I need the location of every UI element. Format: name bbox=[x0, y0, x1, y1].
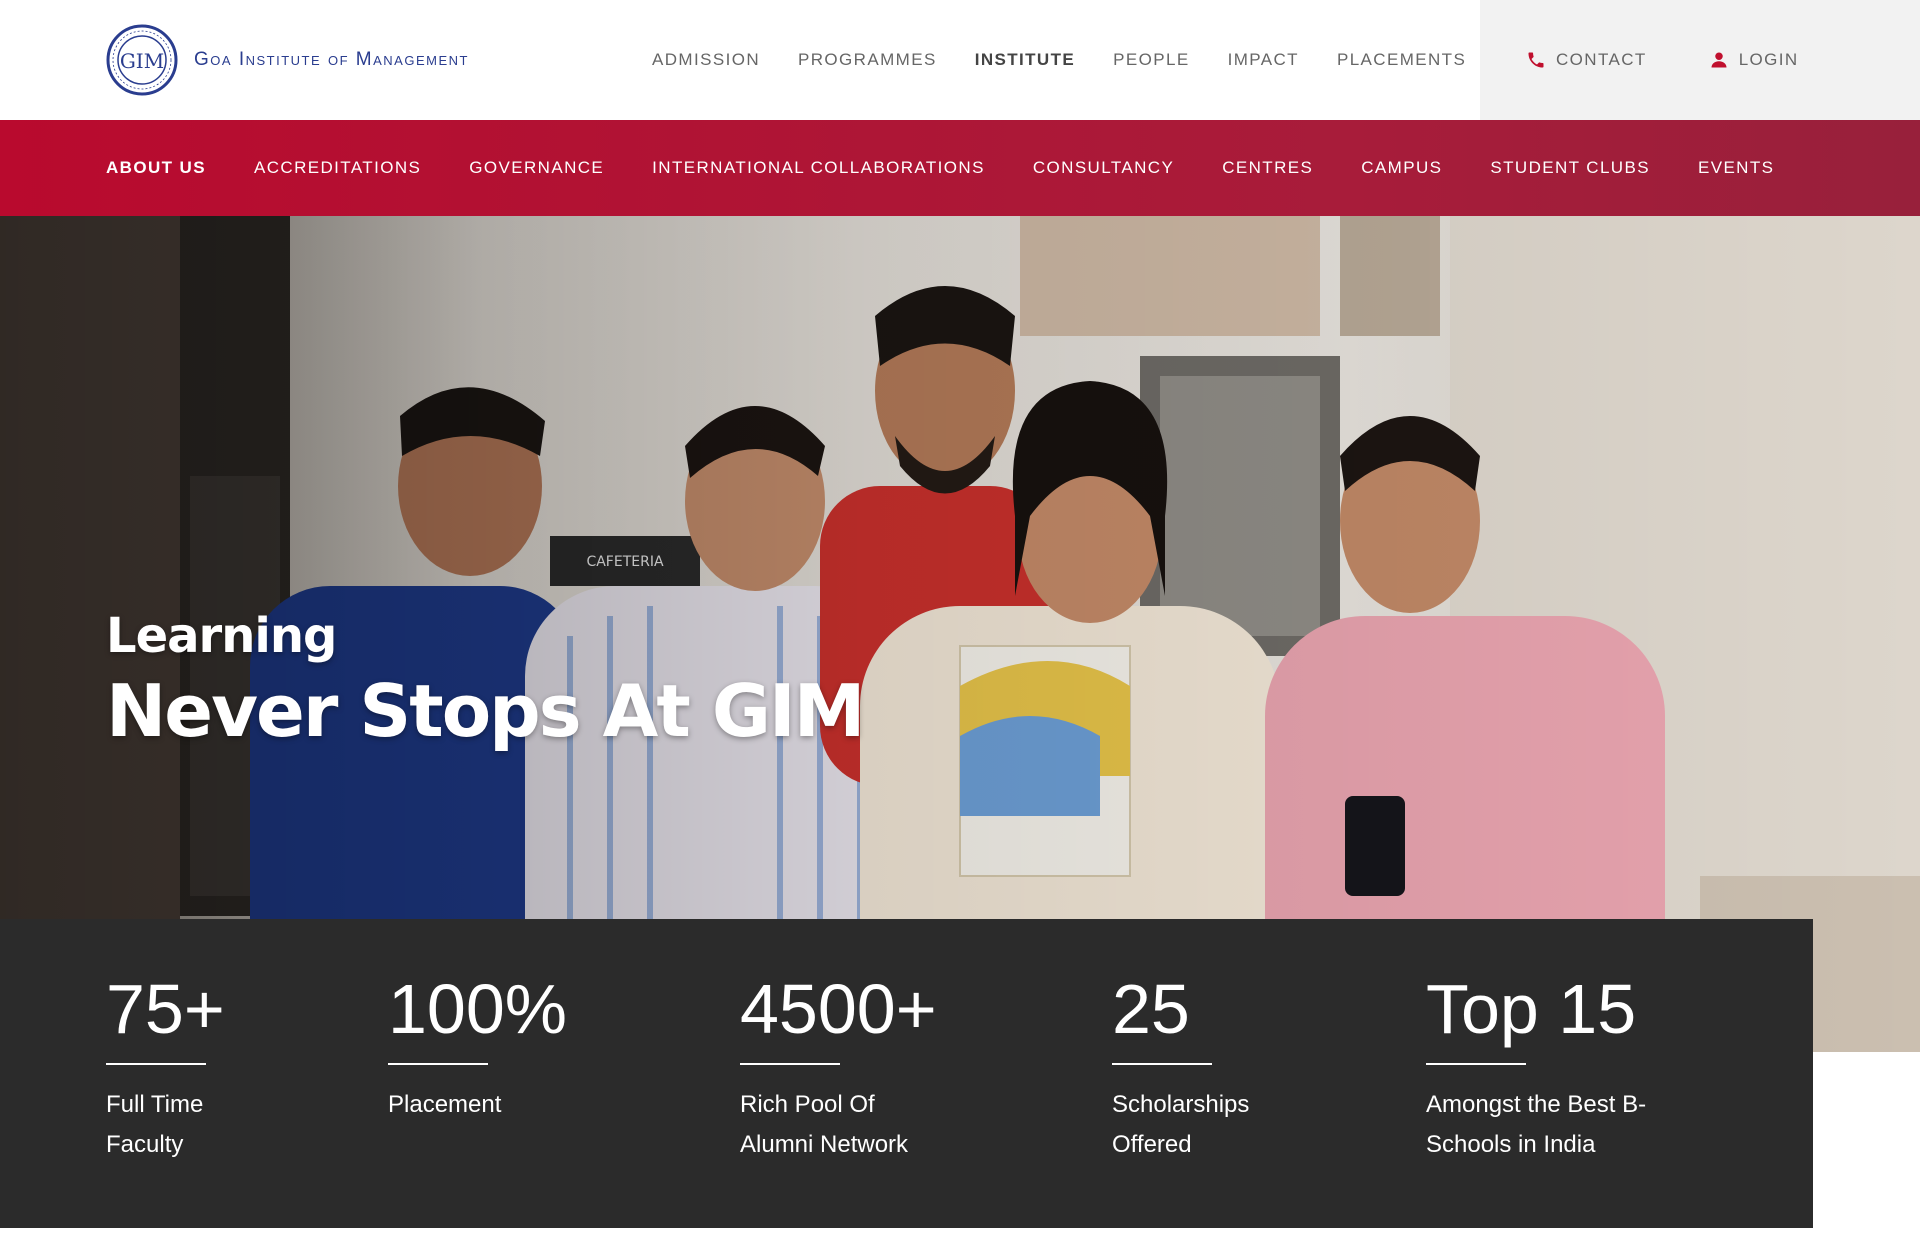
subnav-events[interactable]: EVENTS bbox=[1698, 158, 1774, 178]
subnav-consultancy[interactable]: CONSULTANCY bbox=[1033, 158, 1174, 178]
login-label: LOGIN bbox=[1738, 50, 1799, 69]
stat-value: 100% bbox=[388, 970, 568, 1048]
stat-scholarships: 25 Scholarships Offered bbox=[1112, 967, 1272, 1165]
stat-divider bbox=[740, 1063, 840, 1065]
stat-label: Full Time Faculty bbox=[106, 1091, 204, 1158]
stats-band: 75+ Full Time Faculty 100% Placement 450… bbox=[0, 919, 1813, 1228]
stat-value: 4500+ bbox=[740, 970, 937, 1048]
stat-divider bbox=[1426, 1063, 1526, 1065]
subnav-centres[interactable]: CENTRES bbox=[1222, 158, 1313, 178]
stat-value: 25 bbox=[1112, 970, 1190, 1048]
nav-admission[interactable]: ADMISSION bbox=[652, 50, 760, 70]
subnav-accreditations[interactable]: ACCREDITATIONS bbox=[254, 158, 421, 178]
institute-subnav: ABOUT US ACCREDITATIONS GOVERNANCE INTER… bbox=[0, 120, 1920, 216]
stat-divider bbox=[388, 1063, 488, 1065]
hero-line-1: Learning bbox=[106, 608, 337, 664]
stat-placement: 100% Placement bbox=[388, 967, 618, 1125]
phone-icon bbox=[1528, 52, 1544, 68]
subnav-campus[interactable]: CAMPUS bbox=[1361, 158, 1442, 178]
main-nav: ADMISSION PROGRAMMES INSTITUTE PEOPLE IM… bbox=[652, 0, 1504, 120]
subnav-international-collaborations[interactable]: INTERNATIONAL COLLABORATIONS bbox=[652, 158, 985, 178]
stat-label: Amongst the Best B-Schools in India bbox=[1426, 1091, 1647, 1158]
stat-label: Scholarships Offered bbox=[1112, 1091, 1250, 1158]
nav-impact[interactable]: IMPACT bbox=[1228, 50, 1299, 70]
stat-divider bbox=[106, 1063, 206, 1065]
utility-bar: CONTACT LOGIN bbox=[1480, 0, 1920, 120]
subnav-student-clubs[interactable]: STUDENT CLUBS bbox=[1490, 158, 1650, 178]
brand-logo[interactable]: GIM Goa Institute of Management bbox=[106, 24, 469, 96]
stat-alumni: 4500+ Rich Pool Of Alumni Network bbox=[740, 967, 940, 1165]
subnav-about-us[interactable]: ABOUT US bbox=[106, 158, 206, 178]
contact-label: CONTACT bbox=[1556, 50, 1647, 69]
stat-value: Top 15 bbox=[1426, 970, 1637, 1048]
nav-placements[interactable]: PLACEMENTS bbox=[1337, 50, 1466, 70]
hero-headline: Learning Never Stops At GIM bbox=[106, 606, 865, 756]
nav-programmes[interactable]: PROGRAMMES bbox=[798, 50, 937, 70]
stat-divider bbox=[1112, 1063, 1212, 1065]
contact-link[interactable]: CONTACT bbox=[1526, 50, 1647, 70]
brand-name: Goa Institute of Management bbox=[194, 49, 469, 70]
login-link[interactable]: LOGIN bbox=[1709, 50, 1799, 70]
nav-institute[interactable]: INSTITUTE bbox=[975, 50, 1075, 70]
subnav-governance[interactable]: GOVERNANCE bbox=[469, 158, 604, 178]
gim-seal-icon: GIM bbox=[106, 24, 178, 96]
stat-faculty: 75+ Full Time Faculty bbox=[106, 967, 226, 1165]
stat-value: 75+ bbox=[106, 970, 225, 1048]
svg-text:GIM: GIM bbox=[120, 49, 164, 73]
hero-line-2: Never Stops At GIM bbox=[106, 669, 865, 753]
stat-label: Rich Pool Of Alumni Network bbox=[740, 1091, 909, 1158]
stat-ranking: Top 15 Amongst the Best B-Schools in Ind… bbox=[1426, 967, 1656, 1165]
user-icon bbox=[1711, 52, 1727, 68]
nav-people[interactable]: PEOPLE bbox=[1113, 50, 1189, 70]
site-header: GIM Goa Institute of Management ADMISSIO… bbox=[0, 0, 1920, 120]
stat-label: Placement bbox=[388, 1091, 502, 1118]
